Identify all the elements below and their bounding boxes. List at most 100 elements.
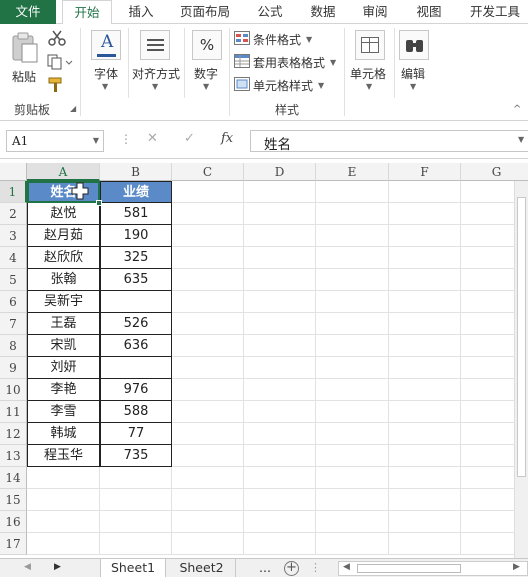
table-header-cell[interactable]: 业绩 xyxy=(100,181,172,203)
paste-button[interactable]: 粘贴 xyxy=(6,30,42,88)
scroll-right-icon[interactable]: ▶ xyxy=(54,562,61,572)
cell-styles-button[interactable]: 单元格样式 ▼ xyxy=(234,76,332,94)
table-cell[interactable]: 赵悦 xyxy=(27,203,100,225)
table-cell[interactable]: 976 xyxy=(100,379,172,401)
table-cell[interactable]: 635 xyxy=(100,269,172,291)
table-cell[interactable] xyxy=(100,357,172,379)
table-cell[interactable] xyxy=(100,291,172,313)
tab-review[interactable]: 审阅 xyxy=(352,0,398,24)
table-cell[interactable]: 赵月茹 xyxy=(27,225,100,247)
column-header[interactable]: D xyxy=(244,163,316,181)
row-header[interactable]: 14 xyxy=(0,467,27,489)
table-cell[interactable]: 636 xyxy=(100,335,172,357)
fill-handle[interactable] xyxy=(96,200,102,206)
number-button[interactable]: % 数字 ▼ xyxy=(188,28,226,94)
horizontal-scroll-thumb[interactable] xyxy=(357,564,461,573)
cancel-icon[interactable]: ✕ xyxy=(147,131,158,146)
table-cell[interactable]: 王磊 xyxy=(27,313,100,335)
row-header[interactable]: 12 xyxy=(0,423,27,445)
styles-group-label: 样式 xyxy=(275,103,300,117)
table-cell[interactable]: 吴新宇 xyxy=(27,291,100,313)
vertical-scroll-thumb[interactable] xyxy=(517,197,526,477)
table-cell[interactable]: 李艳 xyxy=(27,379,100,401)
tab-page-layout[interactable]: 页面布局 xyxy=(170,0,240,24)
enter-icon[interactable]: ✓ xyxy=(184,131,195,146)
row-header[interactable]: 5 xyxy=(0,269,27,291)
scroll-left-icon[interactable]: ◀ xyxy=(343,562,350,572)
table-cell[interactable]: 588 xyxy=(100,401,172,423)
column-header[interactable]: A xyxy=(27,163,100,181)
horizontal-scrollbar[interactable]: ◀ ▶ xyxy=(338,561,528,576)
column-header[interactable]: G xyxy=(461,163,528,181)
sheet-tab-sheet1[interactable]: Sheet1 xyxy=(100,559,166,577)
row-header[interactable]: 2 xyxy=(0,203,27,225)
table-cell[interactable]: 581 xyxy=(100,203,172,225)
vertical-scrollbar[interactable] xyxy=(514,181,528,558)
column-header[interactable]: F xyxy=(389,163,461,181)
scroll-left-icon[interactable]: ◀ xyxy=(24,562,31,572)
row-header[interactable]: 15 xyxy=(0,489,27,511)
cells-button[interactable]: 单元格 ▼ xyxy=(348,28,392,94)
collapse-ribbon-icon[interactable]: ^ xyxy=(513,104,521,115)
table-cell[interactable]: 526 xyxy=(100,313,172,335)
row-header[interactable]: 1 xyxy=(0,181,27,203)
add-sheet-icon[interactable]: + xyxy=(284,561,299,576)
insert-function-icon[interactable]: fx xyxy=(221,131,233,146)
tab-data[interactable]: 数据 xyxy=(300,0,346,24)
column-header[interactable]: B xyxy=(100,163,172,181)
row-header[interactable]: 7 xyxy=(0,313,27,335)
expand-formula-icon[interactable]: ▼ xyxy=(518,135,524,144)
table-cell[interactable]: 宋凯 xyxy=(27,335,100,357)
table-format-button[interactable]: 套用表格格式 ▼ xyxy=(234,53,340,71)
row-header[interactable]: 11 xyxy=(0,401,27,423)
table-cell[interactable]: 韩城 xyxy=(27,423,100,445)
table-cell[interactable]: 刘妍 xyxy=(27,357,100,379)
table-cell[interactable]: 190 xyxy=(100,225,172,247)
conditional-format-button[interactable]: 条件格式 ▼ xyxy=(234,30,324,48)
clipboard-launcher-icon[interactable]: ◢ xyxy=(70,104,76,113)
row-header[interactable]: 10 xyxy=(0,379,27,401)
number-dropdown-icon: ▼ xyxy=(203,82,210,91)
more-sheets-button[interactable]: ... xyxy=(252,559,278,577)
column-header[interactable]: C xyxy=(172,163,244,181)
tab-insert[interactable]: 插入 xyxy=(118,0,164,24)
table-format-icon xyxy=(234,54,250,68)
drag-handle-icon[interactable]: ⋮ xyxy=(120,132,132,146)
formula-input[interactable]: 姓名 xyxy=(250,130,528,153)
table-cell[interactable]: 735 xyxy=(100,445,172,467)
table-cell[interactable]: 赵欣欣 xyxy=(27,247,100,269)
select-all-corner[interactable] xyxy=(0,163,27,181)
table-cell[interactable]: 程玉华 xyxy=(27,445,100,467)
conditional-format-icon xyxy=(234,31,250,45)
row-header[interactable]: 17 xyxy=(0,533,27,555)
scroll-right-icon[interactable]: ▶ xyxy=(513,562,520,572)
cut-icon[interactable] xyxy=(48,30,66,46)
tab-home[interactable]: 开始 xyxy=(62,0,112,25)
copy-icon[interactable] xyxy=(47,54,73,70)
row-header[interactable]: 16 xyxy=(0,511,27,533)
tab-formulas[interactable]: 公式 xyxy=(248,0,292,24)
name-box[interactable]: A1 ▼ xyxy=(6,130,104,152)
tab-developer[interactable]: 开发工具 xyxy=(462,0,528,24)
table-cell[interactable]: 李雪 xyxy=(27,401,100,423)
table-cell[interactable]: 325 xyxy=(100,247,172,269)
binoculars-icon xyxy=(399,30,429,60)
table-cell[interactable]: 77 xyxy=(100,423,172,445)
table-cell[interactable]: 张翰 xyxy=(27,269,100,291)
split-handle-icon[interactable]: ⋮ xyxy=(310,561,321,574)
tab-view[interactable]: 视图 xyxy=(406,0,452,24)
row-header[interactable]: 8 xyxy=(0,335,27,357)
row-header[interactable]: 3 xyxy=(0,225,27,247)
row-header[interactable]: 9 xyxy=(0,357,27,379)
alignment-button[interactable]: 对齐方式 ▼ xyxy=(130,28,182,94)
font-button[interactable]: A 字体 ▼ xyxy=(86,28,126,94)
sheet-tab-sheet2[interactable]: Sheet2 xyxy=(168,559,236,577)
column-header[interactable]: E xyxy=(316,163,389,181)
formula-content: 姓名 xyxy=(264,137,291,153)
format-painter-icon[interactable] xyxy=(48,77,66,93)
row-header[interactable]: 4 xyxy=(0,247,27,269)
row-header[interactable]: 6 xyxy=(0,291,27,313)
row-header[interactable]: 13 xyxy=(0,445,27,467)
tab-file[interactable]: 文件 xyxy=(0,0,56,24)
editing-button[interactable]: 编辑 ▼ xyxy=(396,28,432,94)
